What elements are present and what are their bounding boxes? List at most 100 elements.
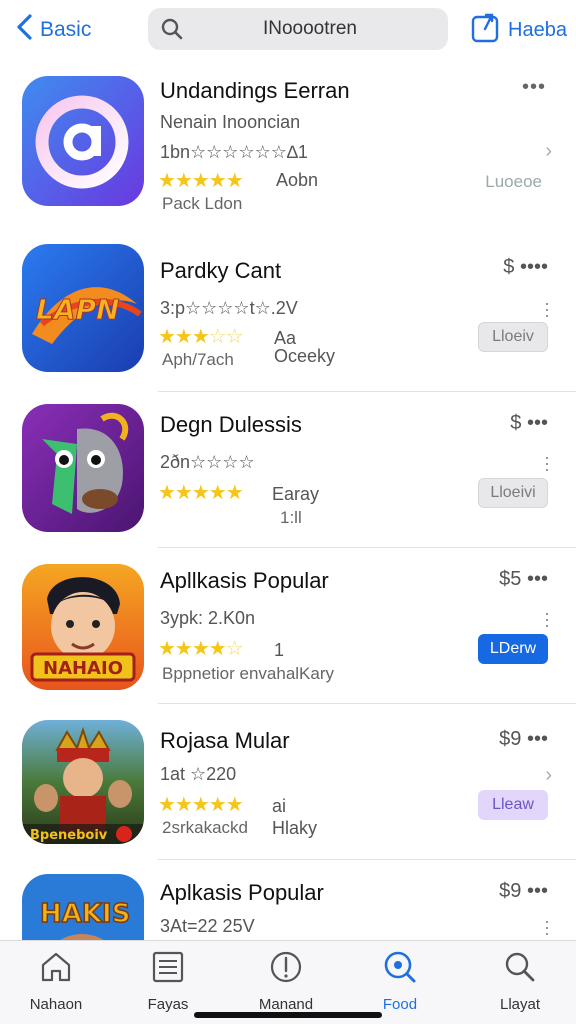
chevron-right-icon[interactable]: › [545,764,552,787]
more-options-icon[interactable]: ••• [522,76,546,99]
search-icon [160,17,184,41]
tab-list[interactable]: Fayas [118,949,218,1019]
svg-text:LAPN: LAPN [36,293,119,326]
price-value: $5 [499,568,522,590]
get-button[interactable]: Lloeiv [478,322,548,352]
tab-compass[interactable]: Manand [236,949,336,1019]
price-value: $ [503,256,515,278]
filled-stars: ★★★ [158,326,210,348]
list-item[interactable]: NAHAIO Apllkasis Popular 3ypk: 2.K0n ★★★… [0,548,576,704]
app-subtitle: 1at ☆220 [160,764,237,784]
rating-label-secondary: Oceeky [274,346,336,366]
price-label: $9 ••• [499,728,548,751]
empty-stars: ☆☆ [208,326,244,348]
vertical-dots-icon[interactable]: · · · [544,448,550,478]
vertical-dots-icon[interactable]: · · · [544,912,550,942]
tab-label: Llayat [499,996,541,1013]
price-value: $9 [499,728,522,750]
app-icon[interactable]: NAHAIO [22,564,144,690]
price-value: $ [510,412,522,434]
rating-label: 1 [274,640,285,660]
price-label: $ •••• [503,256,548,279]
app-meta: Aph/7ach [162,350,234,369]
list-item[interactable]: Degn Dulessis 2ðn☆☆☆☆ ★★★★★ Earay 1:ll $… [0,392,576,548]
app-name: Degn Dulessis [160,412,302,437]
get-button[interactable]: LDerw [478,634,548,664]
app-subtitle: Nenain Inooncian [160,112,301,132]
star-rating: ★★★★★ [158,794,244,816]
more-options-icon[interactable]: •••• [520,256,548,278]
home-icon [38,949,74,990]
app-name: Aplkasis Popular [160,880,324,905]
tab-label: Food [382,996,418,1013]
star-rating: ★★★★★ [158,482,244,504]
star-rating: ★★★☆☆ [158,324,244,349]
rating-label: Aobn [276,170,319,190]
more-options-icon[interactable]: ••• [527,728,548,750]
vertical-dots-icon[interactable]: · · · [544,604,550,634]
price-label: $5 ••• [499,568,548,591]
price-label: $ ••• [510,412,548,435]
price-value: $9 [499,880,522,902]
tab-label: Nahaon [29,996,83,1013]
list-item[interactable]: Bpeneboiv Rojasa Mular 1at ☆220 ★★★★★ ai… [0,704,576,860]
share-button-label: Haeba [508,18,567,41]
tab-search[interactable]: Llayat [470,949,570,1019]
rating-text: 1bn☆☆☆☆☆☆∆1 [160,142,308,162]
app-name: Pardky Cant [160,258,282,283]
back-button-label: Basic [40,18,92,41]
chevron-right-icon[interactable]: › [545,140,552,163]
app-icon[interactable]: Bpeneboiv [22,720,144,844]
search-input[interactable]: INooootren [148,8,448,50]
side-label: Luoeoe [485,172,542,191]
svg-text:Bpeneboiv: Bpeneboiv [30,828,108,843]
list-icon [150,949,186,990]
get-button[interactable]: Lleaw [478,790,548,820]
app-meta: 2srkakackd [162,818,248,837]
star-rating: ★★★★★ [158,170,244,192]
search-query-text: INooootren [262,18,357,39]
app-icon[interactable] [22,404,144,532]
app-name: Undandings Eerran [160,78,350,103]
tab-food[interactable]: Food [350,949,450,1019]
price-label: $9 ••• [499,880,548,903]
vertical-dots-icon[interactable]: · · · [544,294,550,324]
app-name: Rojasa Mular [160,728,290,753]
home-indicator [194,1012,382,1018]
list-item[interactable]: Undandings Eerran Nenain Inooncian 1bn☆☆… [0,72,576,228]
search-circle-icon [382,949,418,990]
app-meta: Bppnetior envahalKary [162,664,335,683]
svg-text:NAHAIO: NAHAIO [43,658,123,679]
share-icon [470,11,500,49]
tab-home[interactable]: Nahaon [6,949,106,1019]
share-button[interactable]: Haeba [470,12,567,48]
back-button[interactable]: Basic [14,12,91,48]
more-options-icon[interactable]: ••• [527,568,548,590]
more-options-icon[interactable]: ••• [527,880,548,902]
app-meta: Pack Ldon [162,194,243,213]
app-subtitle: 3ypk: 2.K0n [160,608,256,628]
app-subtitle: 3At=22 25V [160,916,255,936]
app-name: Apllkasis Popular [160,568,329,593]
list-item[interactable]: LAPN Pardky Cant 3:p☆☆☆☆t☆.2V ★★★☆☆ Aa O… [0,236,576,392]
rating-label: Earay [272,484,320,504]
tab-label: Manand [258,996,314,1013]
app-meta: 1:ll [280,508,302,527]
app-subtitle: 3:p☆☆☆☆t☆.2V [160,298,298,318]
star-rating: ★★★★☆ [158,636,244,661]
app-icon[interactable]: LAPN [22,244,144,372]
chevron-left-icon [14,13,36,47]
filled-stars: ★★★★ [158,638,227,660]
tab-label: Fayas [147,996,189,1013]
app-list-screen: Basic INooootren Haeba Undandings Eerran… [0,0,576,1024]
more-options-icon[interactable]: ••• [527,412,548,434]
app-subtitle: 2ðn☆☆☆☆ [160,452,255,472]
app-meta-secondary: Hlaky [272,818,318,838]
app-icon[interactable] [22,76,144,206]
compass-icon [268,949,304,990]
get-button[interactable]: Lloeivi [478,478,548,508]
search-icon [502,949,538,990]
rating-label: ai [272,796,287,816]
empty-stars: ☆ [225,638,244,660]
top-navigation-bar: Basic INooootren Haeba [0,0,576,62]
